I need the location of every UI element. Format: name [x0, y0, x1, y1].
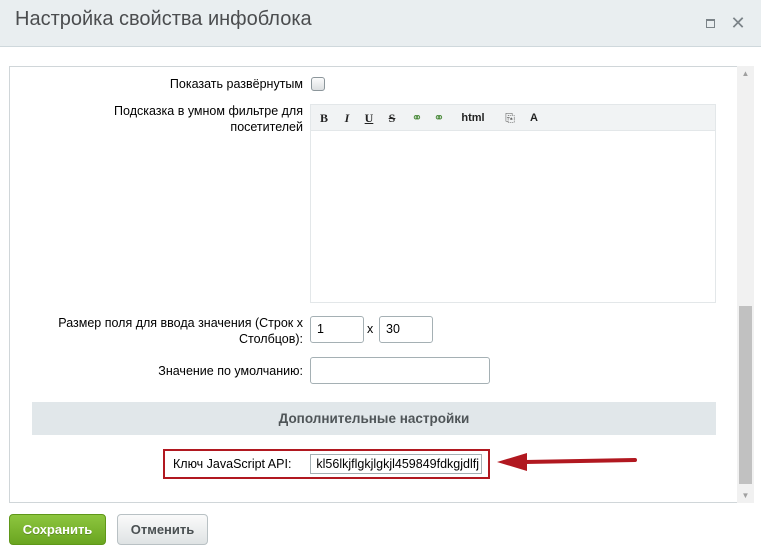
extra-settings-header: Дополнительные настройки	[32, 402, 716, 435]
editor-toolbar: B I U S ⚭ ⚭ html ⎘ A	[311, 105, 715, 131]
html-mode-button[interactable]: html	[457, 109, 489, 127]
dialog-content: Показать развёрнутым Подсказка в умном ф…	[9, 66, 754, 503]
scrollbar-thumb[interactable]	[739, 306, 752, 484]
save-button[interactable]: Сохранить	[9, 514, 106, 545]
content-scrollbar[interactable]: ▲ ▼	[737, 66, 754, 503]
cancel-button[interactable]: Отменить	[117, 514, 208, 545]
show-expanded-label: Показать развёрнутым	[169, 77, 303, 91]
maximize-icon	[706, 19, 715, 28]
bold-icon[interactable]: B	[317, 109, 331, 127]
dialog-title: Настройка свойства инфоблока	[15, 8, 312, 30]
api-key-input[interactable]: kl56lkjflgkjlgkjl459849fdkgjdlfj	[310, 454, 482, 474]
default-value-label: Значение по умолчанию:	[158, 364, 303, 378]
strikethrough-icon[interactable]: S	[385, 109, 399, 127]
hint-label: Подсказка в умном фильтре для посетителе…	[114, 104, 303, 134]
field-size-label: Размер поля для ввода значения (Строк x …	[58, 316, 303, 346]
show-expanded-checkbox[interactable]	[311, 77, 325, 91]
api-key-label: Ключ JavaScript API:	[173, 457, 292, 471]
annotation-arrow-icon	[497, 453, 637, 471]
paste-icon[interactable]: ⎘	[502, 109, 518, 127]
scroll-up-icon[interactable]: ▲	[737, 66, 754, 81]
hint-editor[interactable]: B I U S ⚭ ⚭ html ⎘ A	[310, 104, 716, 303]
api-key-highlight: Ключ JavaScript API: kl56lkjflgkjlgkjl45…	[163, 449, 490, 479]
cols-input[interactable]: 30	[379, 316, 433, 343]
close-icon[interactable]: ✕	[729, 14, 747, 32]
dialog-titlebar: Настройка свойства инфоблока ✕	[0, 0, 761, 47]
maximize-button[interactable]	[701, 14, 719, 32]
rows-input[interactable]: 1	[310, 316, 364, 343]
underline-icon[interactable]: U	[362, 109, 376, 127]
italic-icon[interactable]: I	[340, 109, 354, 127]
link-icon[interactable]: ⚭	[409, 109, 425, 127]
scroll-down-icon[interactable]: ▼	[737, 488, 754, 503]
font-icon[interactable]: A	[524, 109, 544, 127]
default-value-input[interactable]	[310, 357, 490, 384]
size-separator: x	[367, 322, 374, 336]
unlink-icon[interactable]: ⚭	[431, 109, 447, 127]
